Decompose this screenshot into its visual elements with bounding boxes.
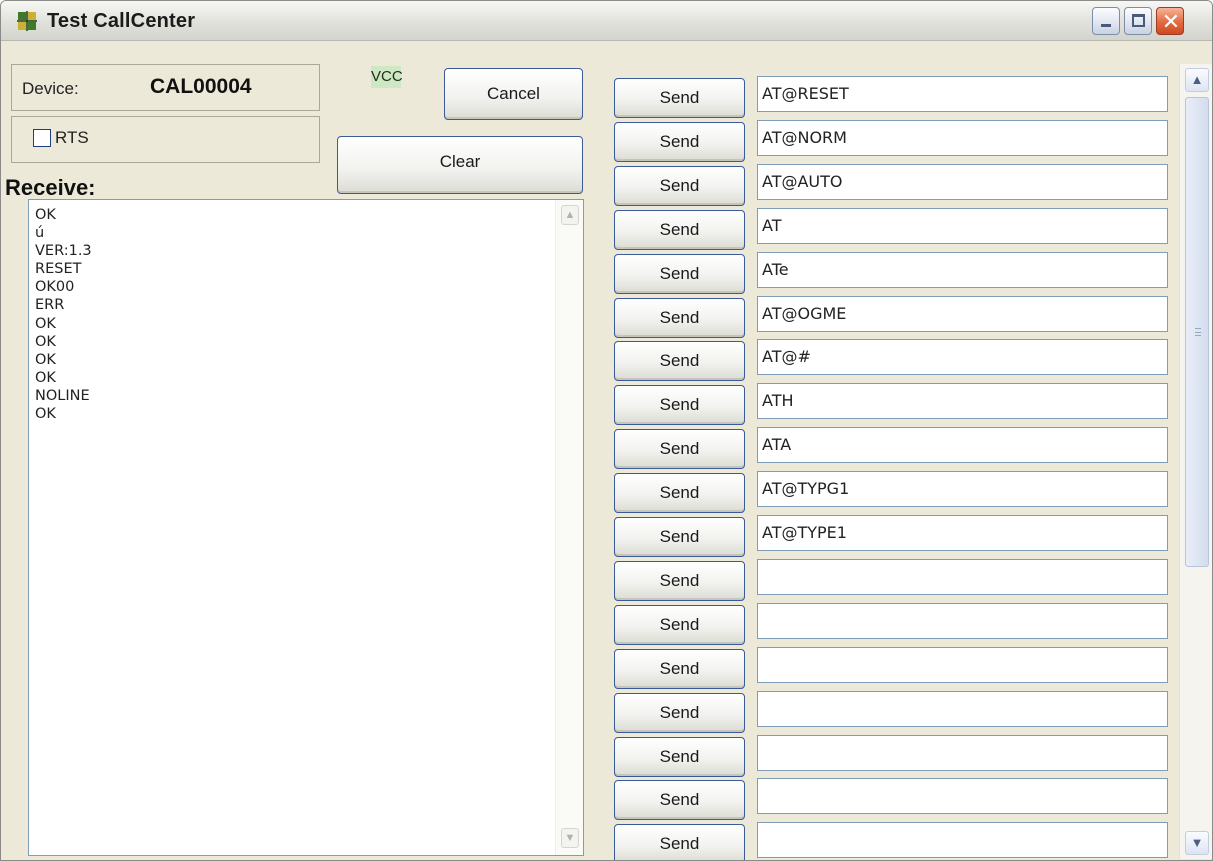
receive-text: OK ú VER:1.3 RESET OK00 ERR OK OK OK OK NOLINE OK [35,206,555,423]
command-field[interactable]: AT@AUTO [757,164,1168,200]
main-scrollbar[interactable]: ▲ ▼ [1179,64,1212,859]
app-icon [17,11,37,31]
send-button[interactable]: Send [614,605,745,645]
receive-line: OK [35,369,56,386]
receive-line: OK [35,406,56,423]
command-field[interactable]: ATA [757,427,1168,463]
scroll-down-icon[interactable]: ▼ [1185,831,1209,855]
command-field[interactable] [757,735,1168,771]
scroll-up-icon[interactable]: ▲ [561,205,579,225]
send-button[interactable]: Send [614,254,745,294]
send-button[interactable]: Send [614,824,745,860]
close-icon: ✕ [1161,9,1181,34]
receive-line: OK [35,315,56,332]
command-field[interactable] [757,559,1168,595]
app-window: Test CallCenter ✕ Device: CAL00004 RTS V… [0,0,1213,861]
send-button[interactable]: Send [614,385,745,425]
receive-line: ú [35,225,45,242]
command-field[interactable]: AT [757,208,1168,244]
send-button[interactable]: Send [614,166,745,206]
maximize-button[interactable] [1124,7,1152,35]
clear-button[interactable]: Clear [337,136,583,194]
send-button[interactable]: Send [614,78,745,118]
maximize-icon [1132,14,1145,27]
send-button[interactable]: Send [614,561,745,601]
receive-line: RESET [35,261,82,278]
command-field[interactable] [757,822,1168,858]
title-bar[interactable]: Test CallCenter ✕ [1,1,1212,41]
command-field[interactable] [757,691,1168,727]
vcc-indicator: VCC [371,66,403,88]
send-button[interactable]: Send [614,473,745,513]
scroll-up-icon[interactable]: ▲ [1185,68,1209,92]
send-button[interactable]: Send [614,737,745,777]
send-button[interactable]: Send [614,649,745,689]
command-field[interactable]: AT@TYPE1 [757,515,1168,551]
command-field[interactable]: ATe [757,252,1168,288]
receive-line: ERR [35,297,65,314]
command-field[interactable] [757,647,1168,683]
command-field[interactable]: AT@TYPG1 [757,471,1168,507]
scroll-down-icon[interactable]: ▼ [561,828,579,848]
window-title: Test CallCenter [47,10,196,32]
rts-checkbox[interactable] [33,129,51,147]
receive-label: Receive: [5,175,96,200]
send-button[interactable]: Send [614,122,745,162]
rts-label[interactable]: RTS [55,128,89,148]
receive-line: OK [35,351,56,368]
device-label: Device: [22,79,79,98]
send-button[interactable]: Send [614,693,745,733]
send-button[interactable]: Send [614,210,745,250]
send-button[interactable]: Send [614,780,745,820]
receive-line: OK00 [35,279,75,296]
device-panel: Device: CAL00004 [11,64,320,111]
command-field[interactable] [757,778,1168,814]
receive-line: VER:1.3 [35,243,92,260]
command-field[interactable]: ATH [757,383,1168,419]
command-field[interactable]: AT@# [757,339,1168,375]
send-button[interactable]: Send [614,517,745,557]
main-content: Device: CAL00004 RTS VCC Cancel Clear Re… [1,42,1212,860]
send-button[interactable]: Send [614,341,745,381]
command-field[interactable]: AT@RESET [757,76,1168,112]
grip-icon [1195,328,1201,336]
receive-textarea[interactable]: OK ú VER:1.3 RESET OK00 ERR OK OK OK OK NOLINE OK ▲… [28,199,584,856]
device-value: CAL00004 [150,75,252,98]
receive-line: OK [35,207,56,223]
command-field[interactable]: AT@OGME [757,296,1168,332]
scrollbar-thumb[interactable] [1185,97,1209,567]
receive-scrollbar[interactable]: ▲ ▼ [555,200,583,855]
command-field[interactable] [757,603,1168,639]
send-button[interactable]: Send [614,298,745,338]
rts-panel: RTS [11,116,320,163]
minimize-icon [1101,24,1111,27]
receive-line: OK [35,333,56,350]
receive-line: NOLINE [35,387,90,404]
send-button[interactable]: Send [614,429,745,469]
minimize-button[interactable] [1092,7,1120,35]
cancel-button[interactable]: Cancel [444,68,583,120]
close-button[interactable]: ✕ [1156,7,1184,35]
command-field[interactable]: AT@NORM [757,120,1168,156]
